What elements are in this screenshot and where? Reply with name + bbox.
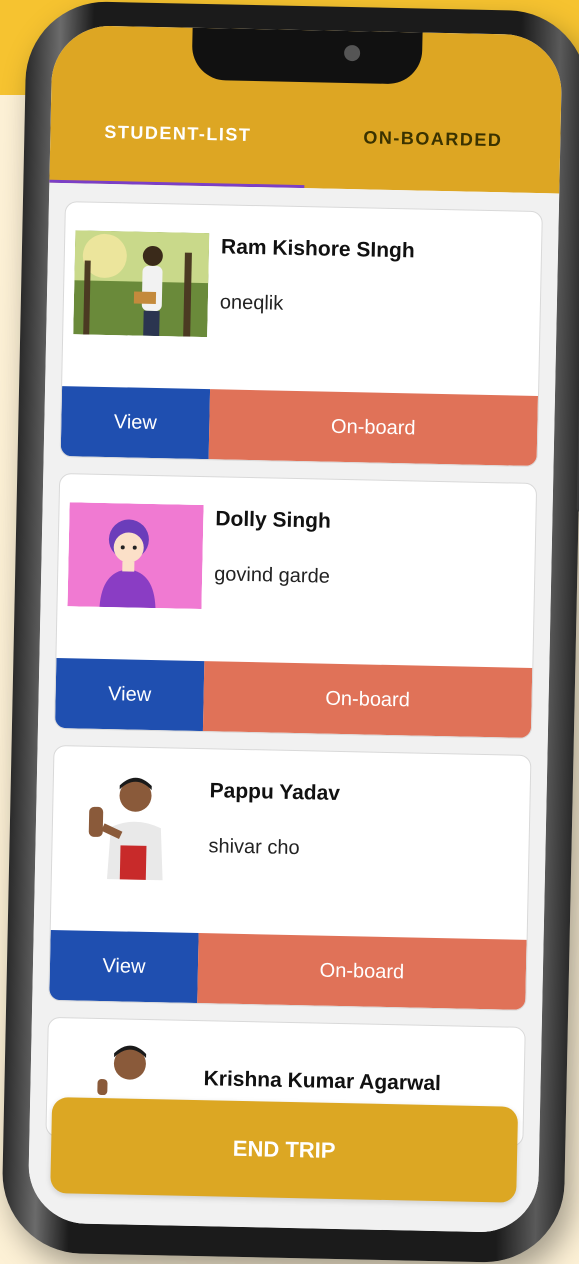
camera-icon: [343, 44, 361, 62]
tab-label: ON-BOARDED: [363, 127, 503, 151]
student-photo: [57, 1034, 193, 1097]
student-photo: [67, 502, 204, 610]
tab-on-boarded[interactable]: ON-BOARDED: [304, 116, 560, 193]
student-card: Pappu Yadav shivar cho View On-board: [48, 744, 532, 1011]
student-photo: [61, 774, 198, 881]
end-trip-button[interactable]: END TRIP: [50, 1097, 519, 1203]
phone-screen: STUDENT-LIST ON-BOARDED Ram Kishore SIng…: [27, 24, 563, 1234]
student-list[interactable]: Ram Kishore SIngh oneqlik View On-board: [27, 182, 560, 1234]
phone-frame: STUDENT-LIST ON-BOARDED Ram Kishore SIng…: [0, 0, 579, 1264]
tab-bar: STUDENT-LIST ON-BOARDED: [49, 111, 560, 194]
student-subtitle: govind garde: [213, 563, 331, 588]
view-button[interactable]: View: [49, 929, 199, 1004]
view-button[interactable]: View: [60, 386, 211, 460]
student-card: Ram Kishore SIngh oneqlik View On-board: [59, 201, 543, 468]
phone-notch: [191, 27, 423, 85]
student-subtitle: oneqlik: [219, 291, 284, 315]
card-actions: View On-board: [60, 386, 538, 467]
tab-label: STUDENT-LIST: [104, 121, 252, 145]
student-name: Dolly Singh: [215, 507, 332, 533]
tab-student-list[interactable]: STUDENT-LIST: [49, 111, 305, 189]
student-name: Ram Kishore SIngh: [220, 235, 415, 263]
student-photo: [73, 230, 210, 338]
onboard-button[interactable]: On-board: [202, 661, 533, 738]
onboard-button[interactable]: On-board: [208, 389, 538, 467]
student-name: Pappu Yadav: [209, 779, 341, 805]
card-actions: View On-board: [49, 929, 527, 1010]
student-subtitle: shivar cho: [208, 835, 300, 860]
onboard-button[interactable]: On-board: [197, 933, 527, 1010]
student-card: Dolly Singh govind garde View On-board: [53, 473, 538, 739]
card-actions: View On-board: [54, 658, 533, 738]
view-button[interactable]: View: [54, 658, 205, 732]
student-name: Krishna Kumar Agarwal: [203, 1067, 442, 1096]
